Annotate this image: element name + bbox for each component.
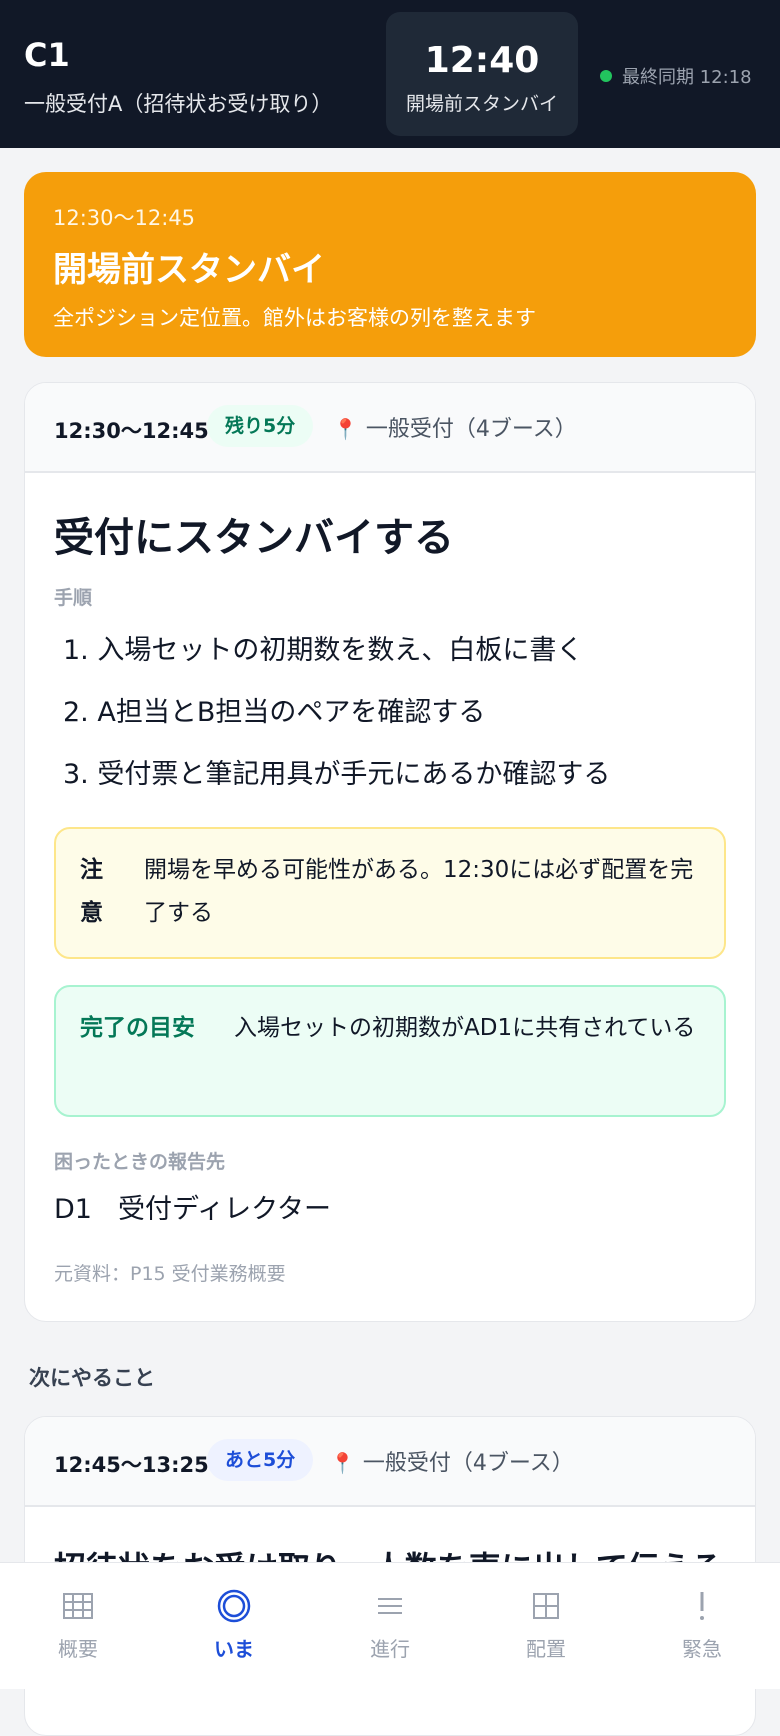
- task-location-text: 一般受付（4ブース）: [365, 417, 577, 442]
- sync-status: 最終同期 12:18: [600, 63, 752, 89]
- phase-description: 全ポジション定位置。館外はお客様の列を整えます: [53, 306, 536, 330]
- grid-icon: [63, 1593, 93, 1619]
- list-icon: [378, 1598, 402, 1614]
- report-contact[interactable]: D1 受付ディレクター: [54, 1187, 331, 1226]
- tab-label: 緊急: [682, 1637, 722, 1661]
- pin-icon: 📍: [333, 417, 358, 441]
- tab-emergency[interactable]: 緊急: [624, 1563, 780, 1689]
- tab-label: 配置: [526, 1637, 566, 1661]
- current-phase: 開場前スタンバイ: [405, 93, 558, 115]
- current-time-box: 12:40 開場前スタンバイ: [386, 12, 578, 136]
- tab-label: 進行: [370, 1637, 410, 1661]
- next-task-header: 12:45〜13:25 あと5分 📍 一般受付（4ブース）: [25, 1417, 755, 1507]
- report-label: 困ったときの報告先: [54, 1151, 226, 1173]
- next-section-label: 次にやること: [29, 1366, 155, 1390]
- tab-progress[interactable]: 進行: [312, 1563, 468, 1689]
- alert-icon: [700, 1592, 704, 1620]
- sync-dot-icon: [600, 70, 612, 82]
- staff-position: 一般受付A（招待状お受け取り）: [24, 92, 333, 116]
- steps-list: 1. 入場セットの初期数を数え、白板に書く 2. A担当とB担当のペアを確認する…: [63, 631, 610, 817]
- task-time: 12:30〜12:45: [54, 419, 209, 443]
- current-task-card: 12:30〜12:45 残り5分 📍 一般受付（4ブース） 受付にスタンバイする …: [24, 382, 756, 1322]
- tab-label: いま: [214, 1637, 254, 1661]
- report-name: 受付ディレクター: [117, 1194, 331, 1225]
- caution-label: 注意: [80, 857, 103, 926]
- report-code: D1: [54, 1194, 92, 1225]
- staff-role: C1: [24, 36, 70, 74]
- tab-overview[interactable]: 概要: [0, 1563, 156, 1689]
- source-reference: 元資料：P15 受付業務概要: [54, 1263, 286, 1285]
- tab-layout[interactable]: 配置: [468, 1563, 624, 1689]
- until-badge: あと5分: [207, 1439, 314, 1481]
- bottom-tab-bar: 概要 いま 進行 配置 緊急: [0, 1562, 780, 1689]
- phase-banner: 12:30〜12:45 開場前スタンバイ 全ポジション定位置。館外はお客様の列を…: [24, 172, 756, 357]
- remaining-badge: 残り5分: [207, 405, 314, 447]
- steps-label: 手順: [54, 587, 93, 609]
- app-header: C1 一般受付A（招待状お受け取り） 12:40 開場前スタンバイ 最終同期 1…: [0, 0, 780, 148]
- completion-text: 入場セットの初期数がAD1に共有されている: [234, 1015, 696, 1041]
- sync-text: 最終同期 12:18: [622, 67, 752, 88]
- task-card-header: 12:30〜12:45 残り5分 📍 一般受付（4ブース）: [25, 383, 755, 473]
- caution-box: 注意 開場を早める可能性がある。12:30には必ず配置を完了する: [54, 827, 726, 959]
- task-title: 受付にスタンバイする: [54, 515, 454, 561]
- target-icon: [217, 1589, 251, 1623]
- task-location: 📍 一般受付（4ブース）: [333, 411, 577, 443]
- next-task-location-text: 一般受付（4ブース）: [362, 1451, 574, 1476]
- completion-box: 完了の目安 入場セットの初期数がAD1に共有されている: [54, 985, 726, 1117]
- layout-icon: [533, 1593, 559, 1619]
- caution-text: 開場を早める可能性がある。12:30には必ず配置を完了する: [144, 857, 694, 926]
- step-item: 3. 受付票と筆記用具が手元にあるか確認する: [63, 759, 611, 790]
- step-item: 1. 入場セットの初期数を数え、白板に書く: [63, 635, 584, 666]
- pin-icon: 📍: [330, 1451, 355, 1475]
- completion-label: 完了の目安: [80, 1015, 195, 1041]
- next-task-time: 12:45〜13:25: [54, 1453, 209, 1477]
- tab-now[interactable]: いま: [156, 1563, 312, 1689]
- phase-time: 12:30〜12:45: [53, 206, 196, 230]
- phase-title: 開場前スタンバイ: [53, 250, 325, 290]
- step-item: 2. A担当とB担当のペアを確認する: [63, 697, 486, 728]
- current-time: 12:40: [424, 40, 540, 81]
- tab-label: 概要: [58, 1637, 98, 1661]
- next-task-location: 📍 一般受付（4ブース）: [330, 1445, 574, 1477]
